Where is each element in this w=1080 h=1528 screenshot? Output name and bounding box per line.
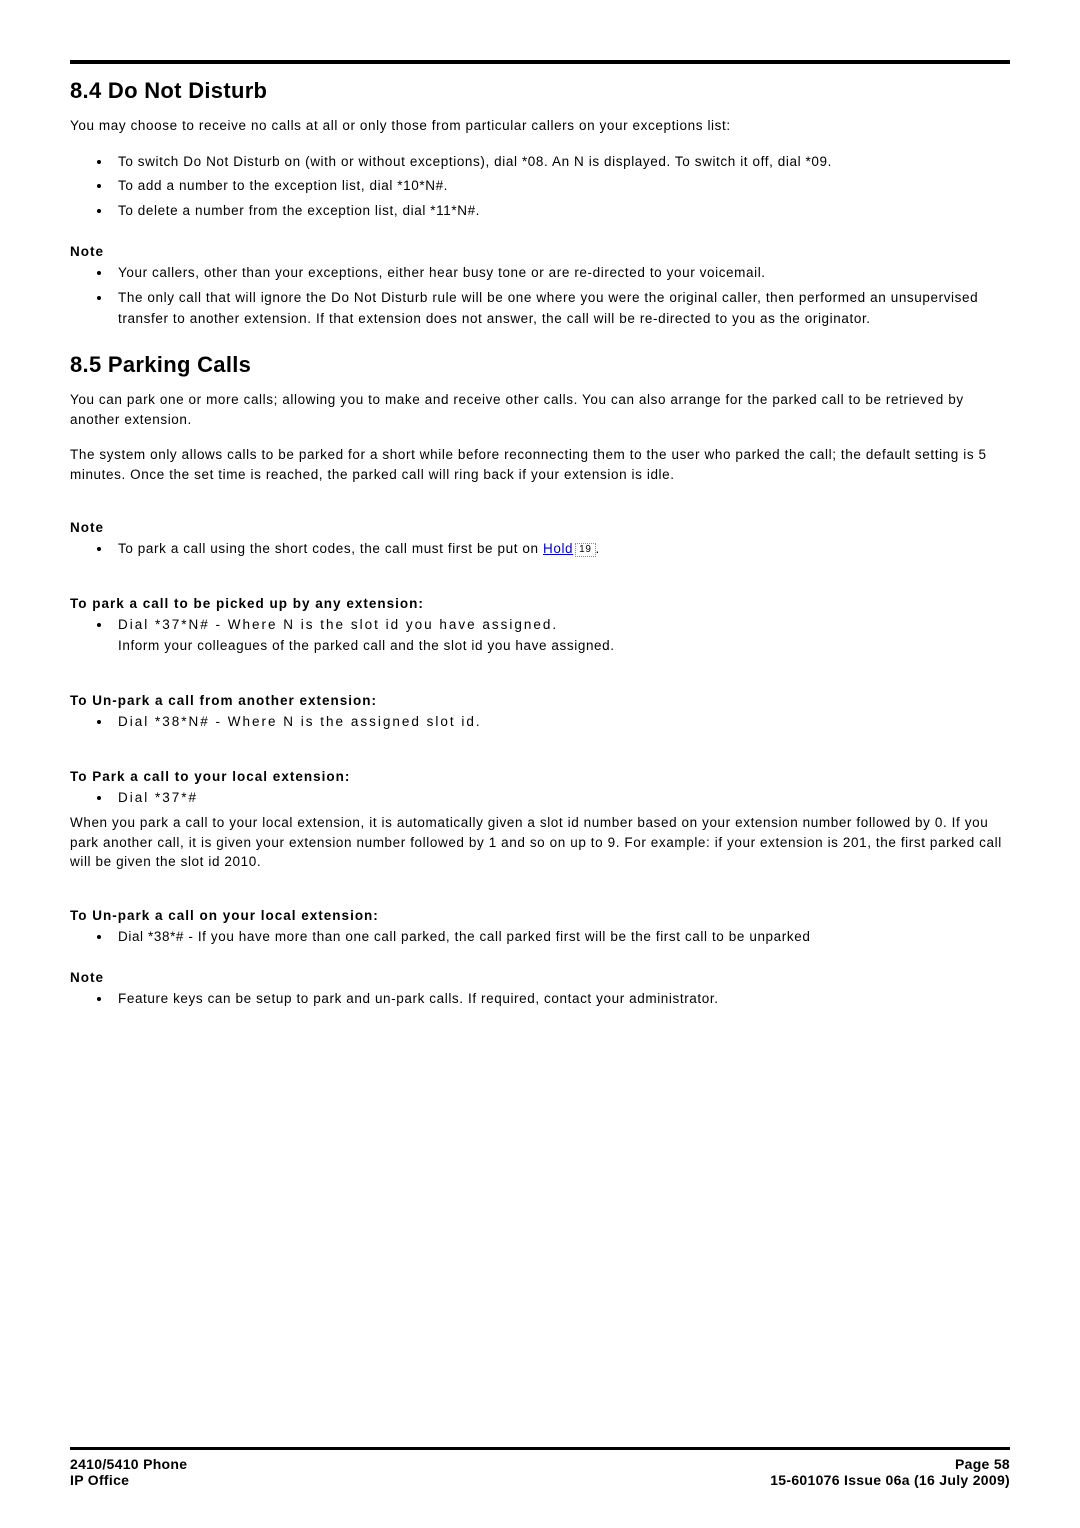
dnd-notes: Your callers, other than your exceptions… (70, 263, 1010, 330)
list-item: Dial *38*# - If you have more than one c… (112, 927, 1010, 948)
heading-dnd: 8.4 Do Not Disturb (70, 78, 1010, 104)
unpark-other-list: Dial *38*N# - Where N is the assigned sl… (70, 712, 1010, 733)
unpark-local-label: To Un-park a call on your local extensio… (70, 908, 1010, 923)
pickup-any-line1: Dial *37*N# - Where N is the slot id you… (118, 617, 558, 632)
parking-note-list: To park a call using the short codes, th… (70, 539, 1010, 560)
dnd-list: To switch Do Not Disturb on (with or wit… (70, 152, 1010, 223)
hold-link[interactable]: Hold (543, 541, 573, 556)
note-label: Note (70, 520, 1010, 535)
footer-left2: IP Office (70, 1472, 129, 1488)
list-item: Dial *37*# (112, 788, 1010, 809)
parking-intro2: The system only allows calls to be parke… (70, 445, 1010, 484)
unpark-other-label: To Un-park a call from another extension… (70, 693, 1010, 708)
parking-intro1: You can park one or more calls; allowing… (70, 390, 1010, 429)
park-local-list: Dial *37*# (70, 788, 1010, 809)
list-item: Your callers, other than your exceptions… (112, 263, 1010, 284)
footer-right1: Page 58 (955, 1456, 1010, 1472)
note-prefix: To park a call using the short codes, th… (118, 541, 543, 556)
page-ref: 19 (575, 543, 595, 557)
pickup-any-list: Dial *37*N# - Where N is the slot id you… (70, 615, 1010, 657)
list-item: Dial *38*N# - Where N is the assigned sl… (112, 712, 1010, 733)
pickup-any-line2: Inform your colleagues of the parked cal… (118, 638, 615, 653)
list-item: The only call that will ignore the Do No… (112, 288, 1010, 330)
footer-left1: 2410/5410 Phone (70, 1456, 187, 1472)
park-local-label: To Park a call to your local extension: (70, 769, 1010, 784)
dnd-intro: You may choose to receive no calls at al… (70, 116, 1010, 136)
list-item: To switch Do Not Disturb on (with or wit… (112, 152, 1010, 173)
footer-right2: 15-601076 Issue 06a (16 July 2009) (770, 1472, 1010, 1488)
list-item: To park a call using the short codes, th… (112, 539, 1010, 560)
list-item: Dial *37*N# - Where N is the slot id you… (112, 615, 1010, 657)
heading-parking: 8.5 Parking Calls (70, 352, 1010, 378)
note-suffix: . (596, 541, 600, 556)
note-label: Note (70, 970, 1010, 985)
parking-note2-list: Feature keys can be setup to park and un… (70, 989, 1010, 1010)
list-item: To add a number to the exception list, d… (112, 176, 1010, 197)
unpark-local-list: Dial *38*# - If you have more than one c… (70, 927, 1010, 948)
top-rule (70, 60, 1010, 64)
park-local-para: When you park a call to your local exten… (70, 813, 1010, 872)
footer-rule (70, 1447, 1010, 1450)
list-item: Feature keys can be setup to park and un… (112, 989, 1010, 1010)
pickup-any-label: To park a call to be picked up by any ex… (70, 596, 1010, 611)
footer: 2410/5410 Phone Page 58 IP Office 15-601… (70, 1447, 1010, 1488)
note-label: Note (70, 244, 1010, 259)
list-item: To delete a number from the exception li… (112, 201, 1010, 222)
